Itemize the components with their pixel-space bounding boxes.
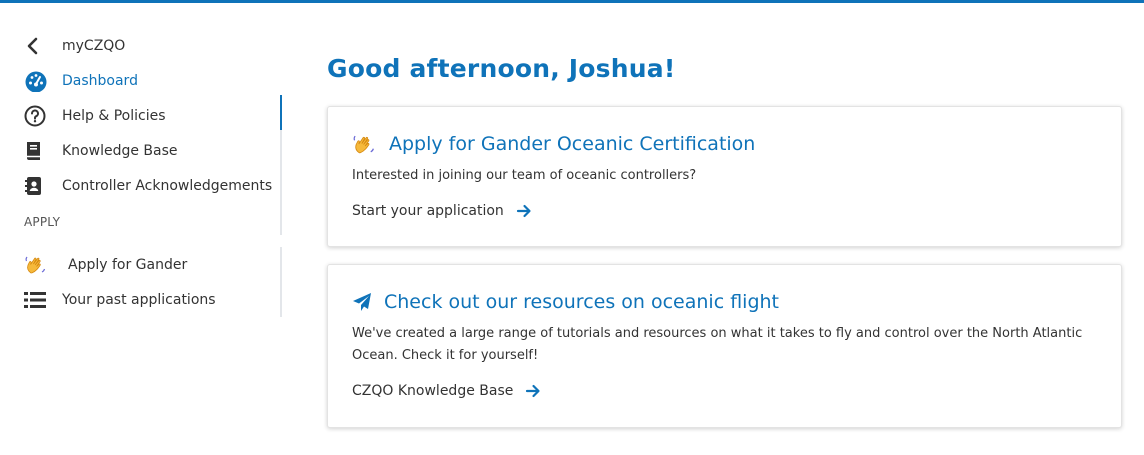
sidebar-item-past-applications[interactable]: Your past applications	[24, 282, 282, 317]
sidebar-item-label: Your past applications	[62, 291, 216, 308]
card-title: Check out our resources on oceanic fligh…	[352, 287, 1097, 317]
sidebar-item-help-policies[interactable]: Help & Policies	[24, 98, 282, 133]
apply-nav: Apply for Gander Your past applications	[24, 247, 282, 317]
sidebar-item-controller-acknowledgements[interactable]: Controller Acknowledgements	[24, 168, 282, 203]
dashboard-icon	[24, 70, 62, 92]
contact-card-icon	[24, 175, 62, 197]
card-description: Interested in joining our team of oceani…	[352, 168, 697, 183]
sidebar-item-label: Help & Policies	[62, 107, 166, 124]
apply-section-heading: APPLY	[24, 215, 61, 229]
book-icon	[24, 140, 62, 162]
sidebar: myCZQO Dashboard Help & Policies Knowled…	[24, 28, 282, 317]
page-title: Good afternoon, Joshua!	[327, 54, 676, 83]
waving-hand-icon	[24, 253, 68, 277]
sidebar-item-knowledge-base[interactable]: Knowledge Base	[24, 133, 282, 168]
sidebar-item-label: Controller Acknowledgements	[62, 177, 273, 194]
nav-active-indicator	[280, 95, 282, 130]
sidebar-item-label: Knowledge Base	[62, 142, 178, 159]
arrow-right-icon	[525, 383, 541, 399]
back-link[interactable]: myCZQO	[24, 28, 282, 63]
list-icon	[24, 291, 62, 309]
back-link-label: myCZQO	[62, 37, 126, 54]
card-link-label: Start your application	[352, 203, 504, 219]
sidebar-item-dashboard[interactable]: Dashboard	[24, 63, 282, 98]
nav-rail	[280, 95, 282, 235]
main-nav: Dashboard Help & Policies Knowledge Base…	[24, 63, 282, 235]
paper-plane-icon	[352, 292, 372, 312]
card-title-text: Check out our resources on oceanic fligh…	[384, 291, 779, 313]
apply-card: Apply for Gander Oceanic Certification I…	[327, 106, 1122, 247]
start-application-link[interactable]: Start your application	[352, 203, 532, 219]
sidebar-item-label: Dashboard	[62, 72, 138, 89]
waving-hand-icon	[352, 132, 377, 157]
nav-rail	[280, 247, 282, 317]
card-title: Apply for Gander Oceanic Certification	[352, 129, 1097, 159]
resources-card: Check out our resources on oceanic fligh…	[327, 264, 1122, 428]
main-content: Good afternoon, Joshua! Apply for Gander…	[327, 48, 1122, 428]
card-link-label: CZQO Knowledge Base	[352, 383, 514, 399]
knowledge-base-link[interactable]: CZQO Knowledge Base	[352, 383, 541, 399]
sidebar-item-apply-for-gander[interactable]: Apply for Gander	[24, 247, 282, 282]
card-title-text: Apply for Gander Oceanic Certification	[389, 133, 756, 155]
question-circle-icon	[24, 105, 62, 127]
arrow-right-icon	[516, 203, 532, 219]
sidebar-item-label: Apply for Gander	[68, 256, 188, 273]
chevron-left-icon	[24, 37, 62, 55]
top-accent-bar	[0, 0, 1144, 3]
card-description: We've created a large range of tutorials…	[352, 326, 1083, 363]
